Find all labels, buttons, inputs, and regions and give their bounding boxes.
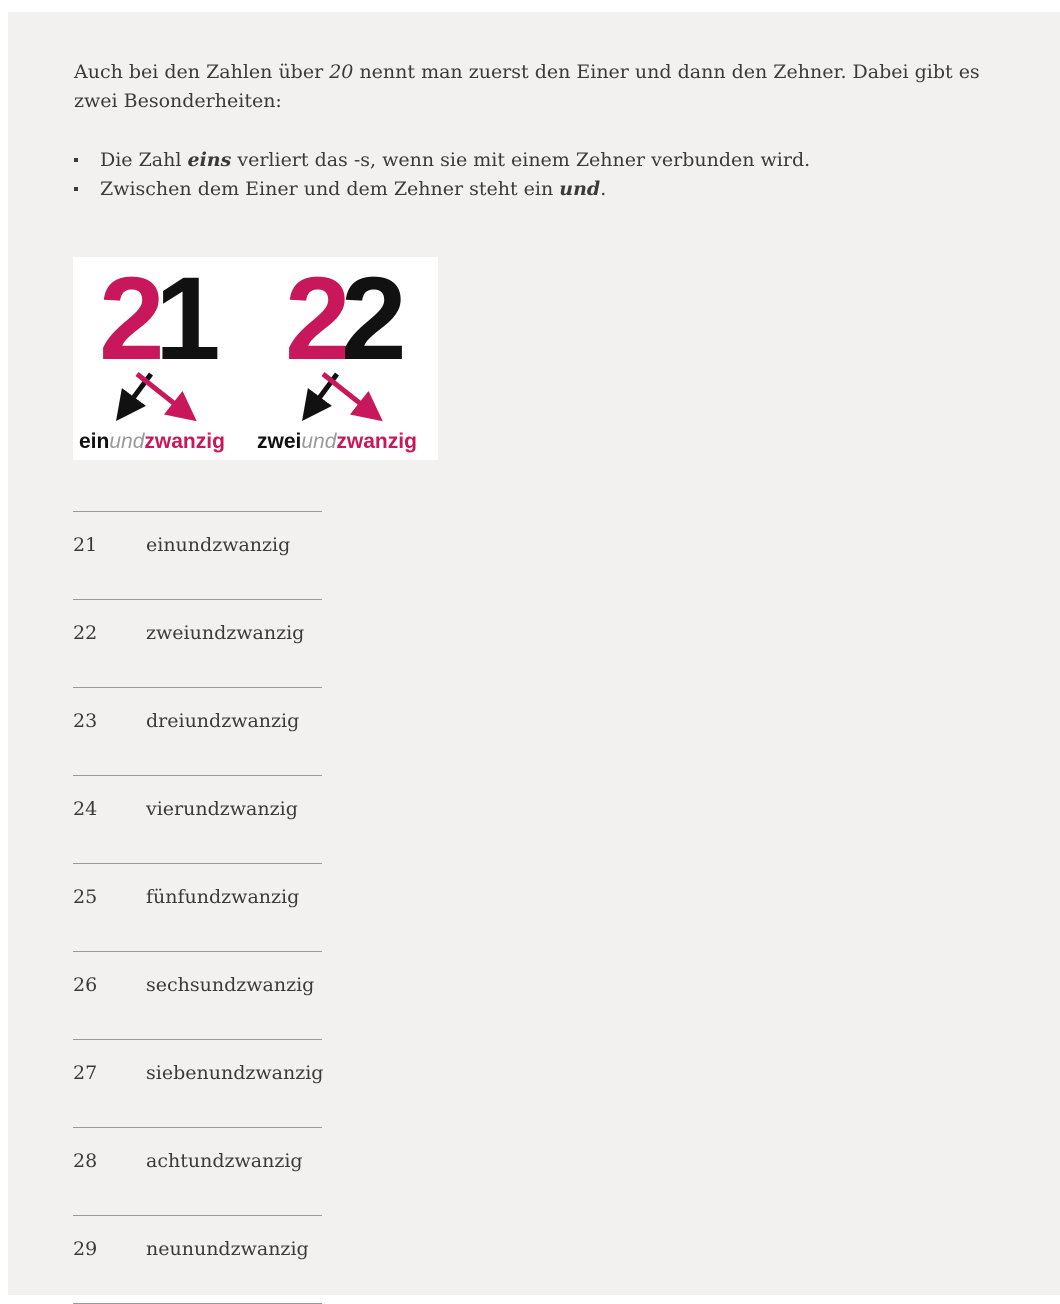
row-word: siebenundzwanzig <box>146 1062 324 1084</box>
number-swap-illustration: 2 1 einundzwanzig 2 2 zweiundzwanzig <box>79 257 417 453</box>
rule-item-und: Zwischen dem Einer und dem Zehner steht … <box>74 175 810 204</box>
table-row: 22 zweiundzwanzig <box>73 599 322 687</box>
intro-text-1: Auch bei den Zahlen über <box>74 61 330 83</box>
rule-emphasis: und <box>559 178 601 200</box>
rule-text: . <box>600 178 607 200</box>
row-word: vierundzwanzig <box>146 798 298 820</box>
intro-paragraph: Auch bei den Zahlen über 20 nennt man zu… <box>74 58 1014 116</box>
row-number: 27 <box>73 1062 98 1084</box>
table-row: 26 sechsundzwanzig <box>73 951 322 1039</box>
rule-list: Die Zahl eins verliert das -s, wenn sie … <box>74 146 810 204</box>
number-word-table: 21 einundzwanzig 22 zweiundzwanzig 23 dreiu… <box>73 511 324 1304</box>
rule-text: Zwischen dem Einer und dem Zehner steht … <box>100 178 560 200</box>
table-row: 28 achtundzwanzig <box>73 1127 322 1215</box>
row-word: achtundzwanzig <box>146 1150 303 1172</box>
row-word: zweiundzwanzig <box>146 622 305 644</box>
row-word: dreiundzwanzig <box>146 710 300 732</box>
row-number: 28 <box>73 1150 98 1172</box>
graphic-word: zweiundzwanzig <box>257 430 417 453</box>
rule-text: Die Zahl <box>100 149 188 171</box>
bullet-icon <box>74 158 78 162</box>
row-number: 23 <box>73 710 98 732</box>
row-word: einundzwanzig <box>146 534 291 556</box>
table-row: 25 fünfundzwanzig <box>73 863 322 951</box>
row-number: 22 <box>73 622 98 644</box>
row-number: 25 <box>73 886 98 908</box>
ones-digit: 2 <box>341 257 407 385</box>
ones-digit: 1 <box>155 257 221 385</box>
table-row: 23 dreiundzwanzig <box>73 687 322 775</box>
row-number: 26 <box>73 974 98 996</box>
number-swap-graphic: 2 1 einundzwanzig 2 2 zweiundzwanzig <box>73 257 438 460</box>
intro-number-20: 20 <box>329 61 354 83</box>
table-row: 27 siebenundzwanzig <box>73 1039 324 1127</box>
rule-emphasis: eins <box>187 149 232 171</box>
table-row: 24 vierundzwanzig <box>73 775 322 863</box>
row-word: sechsundzwanzig <box>146 974 315 996</box>
row-number: 29 <box>73 1238 98 1260</box>
bullet-icon <box>74 187 78 191</box>
row-word: fünfundzwanzig <box>146 886 300 908</box>
row-word: neunundzwanzig <box>146 1238 309 1260</box>
rule-text: verliert das -s, wenn sie mit einem Zehn… <box>231 149 811 171</box>
row-number: 21 <box>73 534 98 556</box>
rule-item-eins: Die Zahl eins verliert das -s, wenn sie … <box>74 146 810 175</box>
table-row: 29 neunundzwanzig <box>73 1215 322 1303</box>
table-row: 21 einundzwanzig <box>73 511 322 599</box>
row-number: 24 <box>73 798 98 820</box>
graphic-word: einundzwanzig <box>79 430 225 453</box>
